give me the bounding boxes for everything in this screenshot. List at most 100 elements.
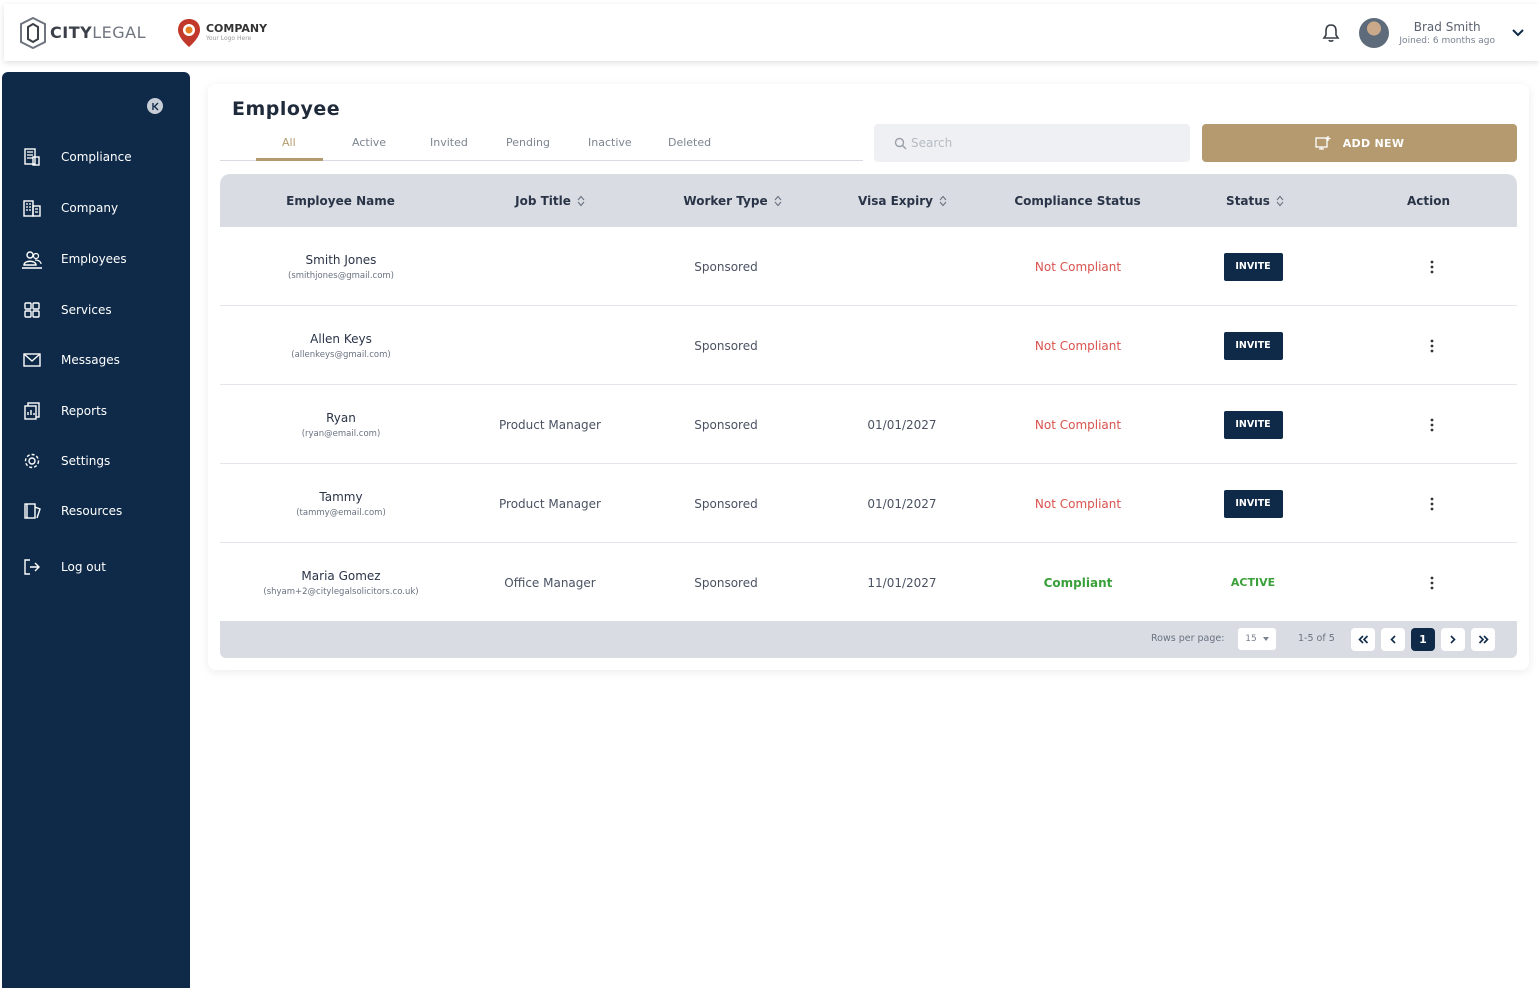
sidebar-item-employees[interactable]: Employees [22,244,182,274]
worker-type: Sponsored [694,338,758,353]
grid-icon [22,300,42,320]
building-icon [22,198,42,218]
sidebar-item-company[interactable]: Company [22,193,182,223]
sidebar: Compliance Company Employees Services Me… [2,72,190,988]
rows-per-page-select[interactable]: 15 [1238,628,1276,650]
page-button-current[interactable]: 1 [1411,628,1435,651]
citylegal-logo[interactable]: CITYLEGAL [18,16,146,50]
sort-icon [1276,195,1284,206]
search-input[interactable] [911,136,1171,150]
sidebar-item-label: Settings [61,454,111,468]
add-new-label: ADD NEW [1342,136,1405,150]
sidebar-item-label: Log out [61,560,106,574]
table-header: Employee Name Job Title Worker Type Visa… [220,174,1517,227]
more-options-icon[interactable] [1430,418,1434,432]
pagination-range: 1-5 of 5 [1298,633,1335,644]
prev-page-button[interactable] [1381,628,1405,651]
tab-deleted[interactable]: Deleted [668,136,711,149]
last-page-button[interactable] [1471,628,1495,651]
tab-active[interactable]: Active [352,136,386,149]
sort-icon [577,195,585,206]
header-status[interactable]: Status [1180,174,1330,227]
logout-icon [22,557,42,577]
collapse-sidebar-button[interactable] [147,98,163,114]
double-chevron-right-icon [1478,635,1489,644]
sidebar-item-messages[interactable]: Messages [22,345,182,375]
employee-email: (ryan@email.com) [301,428,381,439]
sidebar-item-logout[interactable]: Log out [22,552,182,582]
sidebar-item-label: Company [61,201,119,215]
rows-per-page-label: Rows per page: [1151,633,1225,644]
invite-button[interactable]: INVITE [1223,410,1283,439]
header-worker-type[interactable]: Worker Type [640,174,825,227]
sidebar-item-resources[interactable]: Resources [22,496,182,526]
company-logo: COMPANY Your Logo Here [176,18,267,48]
envelope-icon [22,350,42,370]
rows-per-page-value: 15 [1245,634,1257,644]
invite-button[interactable]: INVITE [1223,252,1283,281]
header-visa-expiry[interactable]: Visa Expiry [815,174,990,227]
location-pin-icon [177,18,200,47]
sidebar-item-label: Services [61,303,112,317]
visa-expiry: 01/01/2027 [867,417,937,432]
table-row: Allen Keys (allenkeys@gmail.com) Sponsore… [220,306,1517,385]
company-tagline: Your Logo Here [205,35,252,42]
job-title: Product Manager [499,496,601,511]
more-options-icon[interactable] [1430,339,1434,353]
job-title: Product Manager [499,417,601,432]
employee-table: Employee Name Job Title Worker Type Visa… [220,174,1517,658]
worker-type: Sponsored [694,417,758,432]
search-icon [894,137,907,149]
report-icon [22,401,42,421]
sidebar-item-settings[interactable]: Settings [22,446,182,476]
status-badge: ACTIVE [1230,576,1276,589]
visa-expiry: 11/01/2027 [867,575,937,590]
first-page-button[interactable] [1351,628,1375,651]
table-row: Maria Gomez (shyam+2@citylegalsolicitors.… [220,543,1517,622]
user-joined: Joined: 6 months ago [1399,35,1495,46]
employee-card: Employee All Active Invited Pending Inac… [208,84,1529,670]
tab-inactive[interactable]: Inactive [588,136,632,149]
tab-invited[interactable]: Invited [430,136,468,149]
active-tab-indicator [256,158,323,161]
more-options-icon[interactable] [1430,576,1434,590]
search-box[interactable] [874,124,1190,162]
collapse-left-icon [151,102,158,110]
compliance-status: Not Compliant [1034,259,1122,274]
next-page-button[interactable] [1441,628,1465,651]
tab-all[interactable]: All [282,136,296,149]
sidebar-item-label: Resources [61,504,123,518]
sort-icon [774,195,782,206]
more-options-icon[interactable] [1430,497,1434,511]
sidebar-item-reports[interactable]: Reports [22,396,182,426]
compliance-status: Not Compliant [1034,417,1122,432]
worker-type: Sponsored [694,575,758,590]
sidebar-item-compliance[interactable]: Compliance [22,142,182,172]
sidebar-item-services[interactable]: Services [22,295,182,325]
status-tabs: All Active Invited Pending Inactive Dele… [220,124,863,161]
invite-button[interactable]: INVITE [1223,489,1283,518]
user-info[interactable]: Brad Smith Joined: 6 months ago [1399,20,1495,46]
sort-icon [939,195,947,206]
top-bar: CITYLEGAL COMPANY Your Logo Here Brad Sm… [4,4,1539,61]
employee-name: Ryan [326,410,356,425]
table-row: Ryan (ryan@email.com) Product Manager Spo… [220,385,1517,464]
table-footer: Rows per page: 15 1-5 of 5 1 [220,621,1517,658]
tab-pending[interactable]: Pending [506,136,550,149]
add-new-button[interactable]: ADD NEW [1202,124,1517,162]
bell-icon[interactable] [1321,22,1341,44]
employee-name: Maria Gomez [301,568,381,583]
header-job-title[interactable]: Job Title [460,174,640,227]
chevron-down-icon[interactable] [1511,28,1525,38]
more-options-icon[interactable] [1430,260,1434,274]
sidebar-item-label: Reports [61,404,108,418]
invite-button[interactable]: INVITE [1223,331,1283,360]
worker-type: Sponsored [694,259,758,274]
book-icon [22,501,42,521]
avatar[interactable] [1359,17,1390,48]
add-user-icon [1315,136,1331,150]
caret-down-icon [1262,637,1269,641]
table-row: Smith Jones (smithjones@gmail.com) Sponso… [220,227,1517,306]
worker-type: Sponsored [694,496,758,511]
job-title: Office Manager [504,575,596,590]
